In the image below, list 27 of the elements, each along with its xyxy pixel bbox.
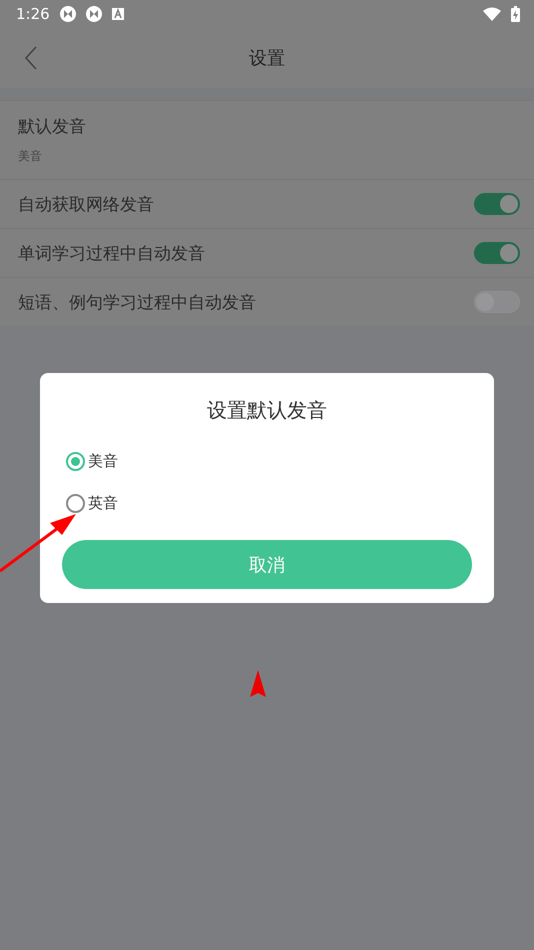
radio-label[interactable]: 英音 [88, 494, 118, 512]
setting-label: 单词学习过程中自动发音 [18, 242, 205, 264]
cancel-button[interactable]: 取消 [62, 540, 472, 589]
radio-button[interactable] [66, 452, 85, 470]
toggle-switch[interactable] [474, 242, 520, 264]
annotation-arrowhead [249, 670, 267, 698]
toggle-switch[interactable] [474, 193, 520, 215]
setting-label: 默认发音 [18, 116, 86, 138]
setting-row[interactable]: 短语、例句学习过程中自动发音 [0, 277, 534, 326]
toggle-switch[interactable] [474, 291, 520, 313]
dialog-title: 设置默认发音 [207, 397, 327, 424]
setting-value: 美音 [18, 148, 43, 165]
keyboard-notification-icon [112, 8, 124, 20]
battery-charging-icon [511, 6, 520, 22]
radio-button[interactable] [66, 494, 85, 512]
setting-row[interactable]: 自动获取网络发音 [0, 179, 534, 228]
back-icon[interactable] [24, 46, 38, 70]
setting-row[interactable]: 默认发音 美音 [0, 100, 534, 179]
wifi-icon [483, 7, 501, 21]
app-notification-icon [86, 6, 102, 22]
setting-label: 短语、例句学习过程中自动发音 [18, 292, 256, 314]
page-title: 设置 [249, 47, 285, 70]
setting-row[interactable]: 单词学习过程中自动发音 [0, 228, 534, 277]
app-notification-icon [60, 6, 76, 22]
setting-label: 自动获取网络发音 [18, 194, 154, 216]
radio-label[interactable]: 美音 [88, 452, 118, 470]
status-time: 1:26 [16, 5, 50, 23]
